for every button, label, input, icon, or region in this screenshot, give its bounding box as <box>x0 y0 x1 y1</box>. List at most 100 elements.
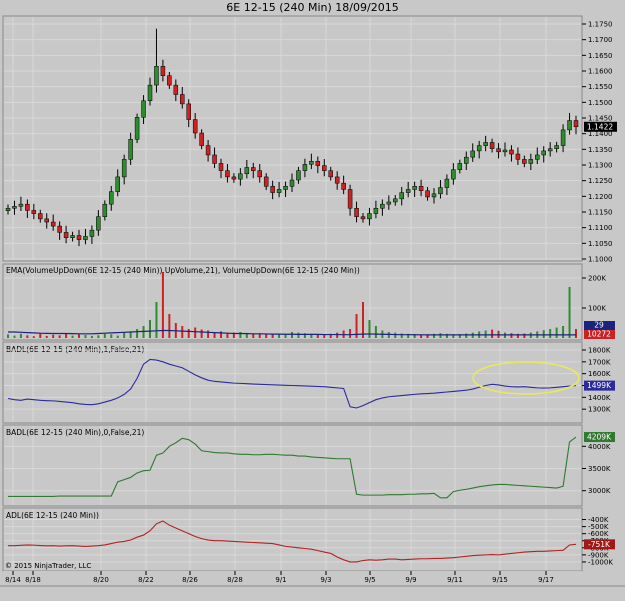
candle-83-body <box>535 154 540 160</box>
candle-26-body <box>167 75 172 86</box>
volume-bar-85 <box>549 329 552 338</box>
badl-0-last-value: 4209K <box>587 433 612 442</box>
candle-8-body <box>50 221 56 227</box>
candle-51-body <box>328 170 333 178</box>
volume-bar-17 <box>110 334 113 338</box>
volume-bar-7 <box>45 335 48 338</box>
candle-48-body <box>309 160 314 165</box>
badl-1-y-tick-label-2: 1400K <box>588 394 611 402</box>
volume-bar-46 <box>297 332 300 338</box>
adl-panel-title: ADL(6E 12-15 (240 Min)) <box>6 511 99 520</box>
candle-65-body <box>418 186 424 191</box>
badl-0-panel-title: BADL(6E 12-15 (240 Min),0,False,21) <box>6 428 144 437</box>
candle-9-body <box>57 225 62 233</box>
adl-y-tick-label-7: -1000K <box>588 558 613 566</box>
price-y-tick-label-2: 1.1050 <box>588 240 613 248</box>
panel-2-plot-area <box>2 263 583 341</box>
badl-1-last-value: 1499K <box>587 381 612 390</box>
volume-bar-21 <box>136 329 139 338</box>
price-y-tick-label-3: 1.1100 <box>588 224 613 232</box>
volume-bar-81 <box>523 333 526 338</box>
price-y-tick-label-7: 1.1300 <box>588 162 613 170</box>
candle-45-body <box>289 179 295 187</box>
volume-bar-33 <box>213 332 216 338</box>
candle-37-body <box>238 173 243 180</box>
volume-bar-9 <box>58 335 61 338</box>
x-tick-label-1: 8/14 <box>5 576 21 584</box>
volume-bar-75 <box>484 330 487 338</box>
volume-bar-3 <box>19 333 22 338</box>
candle-5-body <box>31 210 37 214</box>
candle-30-body <box>192 119 198 134</box>
candle-78-body <box>502 149 508 153</box>
candle-40-body <box>257 170 262 178</box>
candle-1-body <box>5 207 11 211</box>
candle-10-body <box>63 232 69 238</box>
volume-bar-52 <box>336 332 339 338</box>
price-y-tick-label-8: 1.1350 <box>588 146 613 154</box>
candle-29-body <box>186 103 191 120</box>
candle-85-body <box>547 148 553 152</box>
volume-panel-title: EMA(VolumeUpDown(6E 12-15 (240 Min)).UpV… <box>6 266 360 275</box>
volume-bar-6 <box>39 333 42 338</box>
volume-bar-44 <box>284 334 287 338</box>
chart-canvas[interactable]: 8/14 8/18 8/20 8/22 8/26 8/28 9/1 9/3 9/5 9/9 9/11… <box>0 0 625 601</box>
badl-0-y-tick-label-1: 3000K <box>588 487 611 495</box>
volume-ema-last-value: 29 <box>594 321 604 330</box>
volume-bar-35 <box>226 333 229 338</box>
candle-52-body <box>334 176 340 184</box>
volume-y-tick-label-2: 200K <box>588 275 606 283</box>
price-last-value: 1.1422 <box>587 122 613 131</box>
candle-4-body <box>25 203 30 211</box>
candle-60-body <box>386 201 392 205</box>
x-tick-label-2: 8/18 <box>25 576 41 584</box>
candle-71-body <box>457 163 463 170</box>
candle-81-body <box>522 159 527 164</box>
volume-bar-11 <box>71 335 74 338</box>
volume-bar-14 <box>90 335 93 338</box>
price-y-tick-label-5: 1.1200 <box>588 193 613 201</box>
candle-72-body <box>464 156 469 164</box>
candle-74-body <box>476 145 482 152</box>
candle-18-body <box>115 176 120 192</box>
candle-70-body <box>451 169 456 180</box>
candle-41-body <box>263 176 269 187</box>
copyright-text: © 2015 NinjaTrader, LLC <box>5 562 91 570</box>
candle-36-body <box>231 176 237 180</box>
volume-bar-39 <box>252 333 255 338</box>
price-y-tick-label-16: 1.1750 <box>588 21 613 29</box>
price-y-tick-label-12: 1.1550 <box>588 83 613 91</box>
candle-32-body <box>205 145 211 156</box>
volume-bar-87 <box>562 326 565 338</box>
candle-25-body <box>160 66 166 76</box>
volume-bar-61 <box>394 332 397 338</box>
candle-11-body <box>70 235 75 238</box>
candle-17-body <box>109 191 114 205</box>
candle-55-body <box>354 207 359 217</box>
volume-bar-15 <box>97 335 100 338</box>
volume-bar-56 <box>362 302 364 338</box>
candle-64-body <box>412 186 417 190</box>
candle-2-body <box>12 206 17 209</box>
candle-49-body <box>315 160 321 166</box>
volume-bar-23 <box>149 320 151 338</box>
candle-68-body <box>438 187 443 195</box>
candle-63-body <box>405 189 411 193</box>
volume-bar-13 <box>84 335 87 338</box>
panel-1-plot-area <box>2 15 583 262</box>
volume-bar-4 <box>26 335 29 338</box>
candle-50-body <box>322 165 327 171</box>
candle-21-body <box>134 117 140 140</box>
candle-47-body <box>302 164 308 171</box>
candle-88-body <box>567 120 572 131</box>
price-y-tick-label-11: 1.1500 <box>588 99 613 107</box>
x-tick-label-13: 9/17 <box>538 576 554 584</box>
candle-13-body <box>83 236 88 240</box>
candle-79-body <box>509 149 514 155</box>
x-tick-label-12: 9/15 <box>492 576 508 584</box>
x-tick-label-6: 8/28 <box>227 576 243 584</box>
candle-82-body <box>528 159 534 164</box>
volume-bar-68 <box>439 333 442 338</box>
volume-bar-5 <box>32 336 35 338</box>
candle-46-body <box>296 170 301 181</box>
